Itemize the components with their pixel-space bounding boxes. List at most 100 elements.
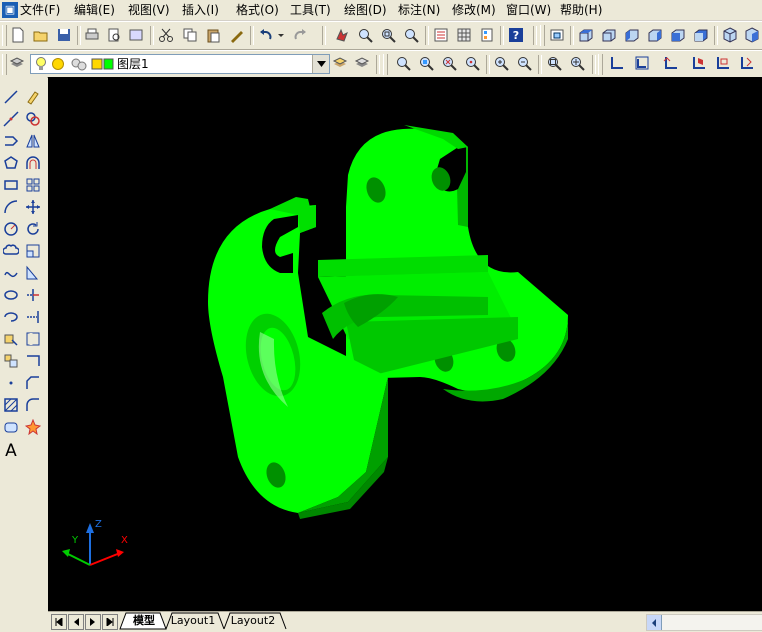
redo-icon[interactable] bbox=[290, 26, 310, 44]
fillet-icon[interactable] bbox=[22, 395, 44, 415]
menu-modify[interactable]: 修改(M) bbox=[452, 2, 496, 18]
erase-icon[interactable] bbox=[22, 87, 44, 107]
undo-dropdown-icon[interactable] bbox=[276, 26, 286, 44]
menu-draw[interactable]: 绘图(D) bbox=[344, 2, 387, 18]
make-block-icon[interactable] bbox=[0, 351, 22, 371]
save-icon[interactable] bbox=[54, 26, 74, 44]
print-icon[interactable] bbox=[82, 26, 102, 44]
line-icon[interactable] bbox=[0, 87, 22, 107]
array-icon[interactable] bbox=[22, 175, 44, 195]
menu-tools[interactable]: 工具(T) bbox=[290, 2, 331, 18]
extend-icon[interactable] bbox=[22, 307, 44, 327]
construction-line-icon[interactable] bbox=[0, 109, 22, 129]
se-isometric-view-icon[interactable] bbox=[742, 26, 762, 44]
publish-icon[interactable] bbox=[126, 26, 146, 44]
ucs-world-icon[interactable] bbox=[632, 54, 652, 72]
make-object-layer-current-icon[interactable] bbox=[330, 54, 350, 72]
match-properties-icon[interactable] bbox=[227, 26, 247, 44]
zoom-window-icon[interactable] bbox=[393, 54, 413, 72]
right-view-icon[interactable] bbox=[645, 26, 665, 44]
revision-cloud-icon[interactable] bbox=[0, 241, 22, 261]
last-tab-button[interactable] bbox=[102, 614, 118, 630]
zoom-all-icon[interactable] bbox=[544, 54, 564, 72]
circle-icon[interactable] bbox=[0, 219, 22, 239]
point-icon[interactable] bbox=[0, 373, 22, 393]
menu-insert[interactable]: 插入(I) bbox=[182, 2, 219, 18]
zoom-center-icon[interactable] bbox=[462, 54, 482, 72]
zoom-extents-icon[interactable] bbox=[567, 54, 587, 72]
toolbar-grip[interactable] bbox=[383, 54, 388, 75]
paste-icon[interactable] bbox=[203, 26, 223, 44]
design-center-icon[interactable] bbox=[454, 26, 474, 44]
menu-edit[interactable]: 编辑(E) bbox=[74, 2, 115, 18]
ucs-icon[interactable] bbox=[607, 54, 627, 72]
ucs-face-icon[interactable] bbox=[688, 54, 708, 72]
region-icon[interactable] bbox=[0, 417, 22, 437]
tab-layout2[interactable]: Layout2 bbox=[228, 613, 278, 629]
ellipse-arc-icon[interactable] bbox=[0, 307, 22, 327]
front-view-icon[interactable] bbox=[668, 26, 688, 44]
drawing-viewport[interactable]: Z X Y bbox=[48, 77, 762, 611]
horizontal-scrollbar[interactable] bbox=[646, 614, 762, 631]
app-icon[interactable]: ▣ bbox=[2, 2, 18, 18]
scale-icon[interactable] bbox=[22, 241, 44, 261]
copy-icon[interactable] bbox=[180, 26, 200, 44]
menu-dimension[interactable]: 标注(N) bbox=[398, 2, 440, 18]
arc-icon[interactable] bbox=[0, 197, 22, 217]
hatch-icon[interactable] bbox=[0, 395, 22, 415]
left-view-icon[interactable] bbox=[622, 26, 642, 44]
trim-icon[interactable] bbox=[22, 285, 44, 305]
help-icon[interactable]: ? bbox=[506, 26, 526, 44]
pan-realtime-icon[interactable] bbox=[332, 26, 352, 44]
next-tab-button[interactable] bbox=[85, 614, 101, 630]
multiline-text-button[interactable]: A bbox=[0, 441, 22, 461]
zoom-window-icon[interactable] bbox=[378, 26, 398, 44]
copy-object-icon[interactable] bbox=[22, 109, 44, 129]
tab-layout1[interactable]: Layout1 bbox=[170, 613, 216, 629]
zoom-realtime-icon[interactable] bbox=[355, 26, 375, 44]
layer-dropdown[interactable]: 图层1 bbox=[30, 54, 330, 74]
bottom-view-icon[interactable] bbox=[599, 26, 619, 44]
menu-format[interactable]: 格式(O) bbox=[236, 2, 279, 18]
tab-model[interactable]: 模型 bbox=[126, 613, 162, 629]
named-views-icon[interactable] bbox=[547, 26, 567, 44]
menu-file[interactable]: 文件(F) bbox=[20, 2, 60, 18]
sw-isometric-view-icon[interactable] bbox=[720, 26, 740, 44]
zoom-out-icon[interactable] bbox=[514, 54, 534, 72]
polygon-icon[interactable] bbox=[0, 153, 22, 173]
mirror-icon[interactable] bbox=[22, 131, 44, 151]
cut-icon[interactable] bbox=[156, 26, 176, 44]
toolbar-grip[interactable] bbox=[540, 25, 545, 46]
previous-tab-button[interactable] bbox=[68, 614, 84, 630]
new-file-icon[interactable] bbox=[8, 26, 28, 44]
ellipse-icon[interactable] bbox=[0, 285, 22, 305]
tool-palettes-icon[interactable] bbox=[477, 26, 497, 44]
chamfer-icon[interactable] bbox=[22, 373, 44, 393]
join-icon[interactable] bbox=[22, 351, 44, 371]
open-file-icon[interactable] bbox=[31, 26, 51, 44]
toolbar-grip[interactable] bbox=[2, 25, 7, 46]
menu-help[interactable]: 帮助(H) bbox=[560, 2, 602, 18]
zoom-scale-icon[interactable] bbox=[439, 54, 459, 72]
layer-previous-icon[interactable] bbox=[352, 54, 372, 72]
insert-block-icon[interactable] bbox=[0, 329, 22, 349]
polyline-icon[interactable] bbox=[0, 131, 22, 151]
rotate-icon[interactable] bbox=[22, 219, 44, 239]
top-view-icon[interactable] bbox=[576, 26, 596, 44]
chevron-down-icon[interactable] bbox=[312, 55, 329, 73]
layer-manager-icon[interactable] bbox=[7, 54, 27, 72]
spline-icon[interactable] bbox=[0, 263, 22, 283]
zoom-in-icon[interactable] bbox=[491, 54, 511, 72]
explode-icon[interactable] bbox=[22, 417, 44, 437]
first-tab-button[interactable] bbox=[51, 614, 67, 630]
offset-icon[interactable] bbox=[22, 153, 44, 173]
zoom-previous-icon[interactable] bbox=[401, 26, 421, 44]
move-icon[interactable] bbox=[22, 197, 44, 217]
print-preview-icon[interactable] bbox=[104, 26, 124, 44]
ucs-view-icon[interactable] bbox=[736, 54, 756, 72]
toolbar-grip[interactable] bbox=[598, 54, 603, 75]
rectangle-icon[interactable] bbox=[0, 175, 22, 195]
menu-window[interactable]: 窗口(W) bbox=[506, 2, 551, 18]
scroll-left-button[interactable] bbox=[647, 615, 662, 630]
back-view-icon[interactable] bbox=[691, 26, 711, 44]
